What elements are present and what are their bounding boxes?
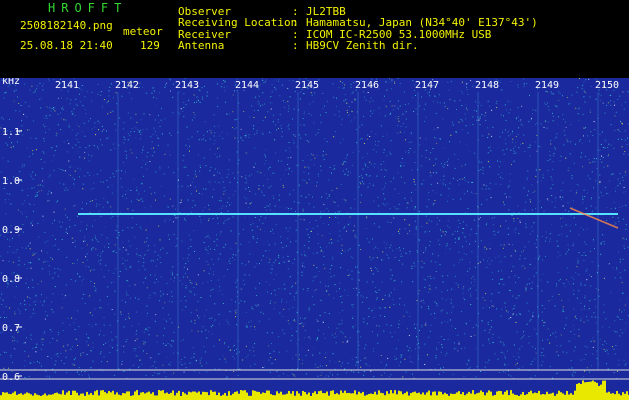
header-panel: HROFFT 2508182140.png meteor 25.08.18 21…: [0, 0, 629, 78]
y-unit-label: kHz: [2, 78, 20, 87]
antenna-value: HB9CV Zenith dir.: [306, 39, 419, 52]
waterfall-background: [0, 78, 629, 400]
x-tick-label: 2146: [355, 80, 379, 91]
y-tick-label: 0.8: [2, 274, 20, 285]
brand-title: HROFFT: [48, 1, 128, 15]
x-tick-label: 2145: [295, 80, 319, 91]
meteor-label: meteor: [123, 25, 163, 38]
x-tick-label: 2148: [475, 80, 499, 91]
meteor-count: 129: [140, 39, 160, 52]
filename: 2508182140.png: [20, 19, 113, 32]
x-tick-label: 2142: [115, 80, 139, 91]
y-tick-label: 0.6: [2, 372, 20, 383]
x-tick-label: 2147: [415, 80, 439, 91]
y-tick-label: 0.7: [2, 323, 20, 334]
colon: :: [292, 39, 299, 52]
datetime: 25.08.18 21:40: [20, 39, 113, 52]
x-tick-label: 2141: [55, 80, 79, 91]
x-tick-label: 2150: [595, 80, 619, 91]
waterfall-spectrogram: kHz 1.1 1.0 0.9 0.8 0.7 0.6 2141 2142 2143 2144 2…: [0, 78, 629, 400]
x-tick-label: 2144: [235, 80, 259, 91]
x-tick-label: 2143: [175, 80, 199, 91]
y-tick-label: 1.0: [2, 176, 20, 187]
x-tick-label: 2149: [535, 80, 559, 91]
y-tick-label: 1.1: [2, 127, 20, 138]
antenna-label: Antenna: [178, 39, 225, 52]
y-tick-label: 0.9: [2, 225, 20, 236]
